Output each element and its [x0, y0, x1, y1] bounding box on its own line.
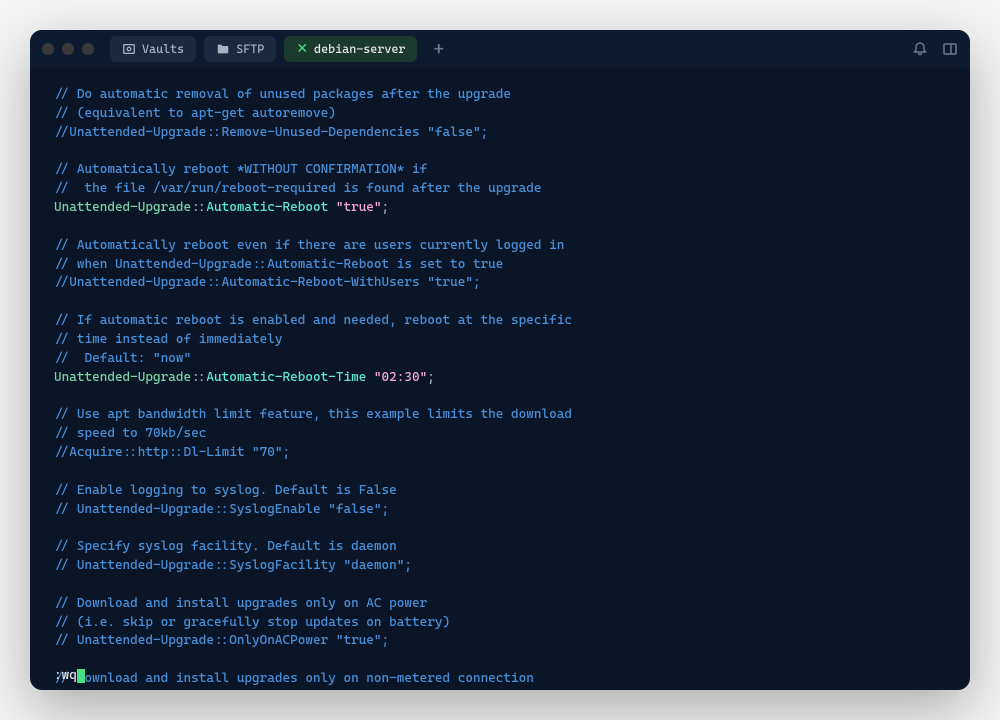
cursor [77, 669, 85, 683]
panel-icon[interactable] [942, 41, 958, 57]
code-line: // Download and install upgrades only on… [54, 595, 946, 614]
minimize-window-button[interactable] [62, 43, 74, 55]
code-line: // Unattended-Upgrade::SyslogEnable "fal… [54, 501, 946, 520]
code-line: // Do automatic removal of unused packag… [54, 86, 946, 105]
code-line: // the file /var/run/reboot-required is … [54, 180, 946, 199]
code-line: // Download and install upgrades only on… [54, 670, 946, 689]
code-line: // speed to 70kb/sec [54, 425, 946, 444]
close-tab-icon[interactable]: ✕ [296, 41, 308, 57]
add-tab-button[interactable]: + [425, 39, 452, 60]
tab-vaults[interactable]: Vaults [110, 36, 196, 62]
code-line [54, 293, 946, 312]
tab-debian-server[interactable]: ✕ debian-server [284, 36, 417, 62]
vim-command-line[interactable]: :wq [54, 667, 85, 686]
code-line: // Automatically reboot *WITHOUT CONFIRM… [54, 161, 946, 180]
code-line [54, 218, 946, 237]
folder-icon [216, 42, 230, 56]
titlebar: Vaults SFTP ✕ debian-server + [30, 30, 970, 68]
code-line: // Enable logging to syslog. Default is … [54, 482, 946, 501]
code-line: // Automatically reboot even if there ar… [54, 237, 946, 256]
traffic-lights [42, 43, 94, 55]
code-line: // Default: "now" [54, 350, 946, 369]
code-line: // If automatic reboot is enabled and ne… [54, 312, 946, 331]
code-line: //Unattended-Upgrade::Automatic-Reboot-W… [54, 274, 946, 293]
tab-vaults-label: Vaults [142, 42, 184, 56]
code-line [54, 463, 946, 482]
code-line: // Unattended-Upgrade::OnlyOnACPower "tr… [54, 632, 946, 651]
terminal-window: Vaults SFTP ✕ debian-server + [30, 30, 970, 690]
code-line [54, 576, 946, 595]
code-line: //Acquire::http::Dl-Limit "70"; [54, 444, 946, 463]
maximize-window-button[interactable] [82, 43, 94, 55]
tab-sftp-label: SFTP [236, 42, 264, 56]
titlebar-right [912, 41, 958, 57]
code-line: // when Unattended-Upgrade::Automatic-Re… [54, 256, 946, 275]
code-line [54, 143, 946, 162]
code-line [54, 519, 946, 538]
code-line: // (i.e. skip or gracefully stop updates… [54, 614, 946, 633]
code-line: Unattended-Upgrade::Automatic-Reboot-Tim… [54, 369, 946, 388]
vault-icon [122, 42, 136, 56]
bell-icon[interactable] [912, 41, 928, 57]
code-line: // time instead of immediately [54, 331, 946, 350]
code-line: // Specify syslog facility. Default is d… [54, 538, 946, 557]
code-line [54, 651, 946, 670]
terminal-content[interactable]: // Do automatic removal of unused packag… [30, 68, 970, 690]
code-line: // (equivalent to apt-get autoremove) [54, 105, 946, 124]
tab-sftp[interactable]: SFTP [204, 36, 276, 62]
code-line: // Use apt bandwidth limit feature, this… [54, 406, 946, 425]
code-line [54, 388, 946, 407]
code-line: Unattended-Upgrade::Automatic-Reboot "tr… [54, 199, 946, 218]
close-window-button[interactable] [42, 43, 54, 55]
code-line: //Unattended-Upgrade::Remove-Unused-Depe… [54, 124, 946, 143]
code-line: // Unattended-Upgrade::SyslogFacility "d… [54, 557, 946, 576]
tab-active-label: debian-server [314, 42, 405, 56]
